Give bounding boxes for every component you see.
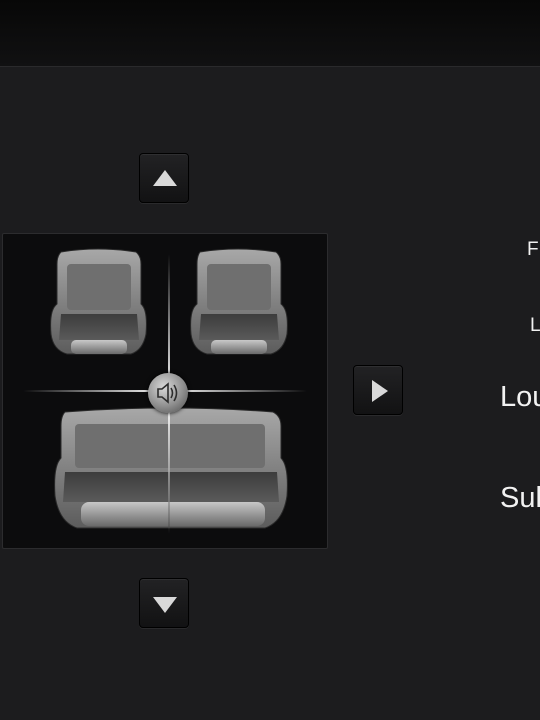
speaker-position-handle[interactable] [148,373,188,413]
triangle-right-icon [372,380,388,402]
subwoofer-label: Sul [500,482,540,514]
balance-fader-pad[interactable] [2,233,328,549]
loudness-label: Lou [500,381,540,413]
balance-label: L [530,315,540,336]
triangle-down-icon [153,597,177,613]
fader-label: F [527,239,539,260]
speaker-icon [157,382,178,404]
front-left-seat [50,248,147,355]
top-bar [0,0,540,67]
front-right-seat [190,248,288,355]
move-down-button[interactable] [139,578,189,628]
rear-bench-seat [54,407,288,529]
move-right-button[interactable] [353,365,403,415]
triangle-up-icon [153,170,177,186]
move-up-button[interactable] [139,153,189,203]
